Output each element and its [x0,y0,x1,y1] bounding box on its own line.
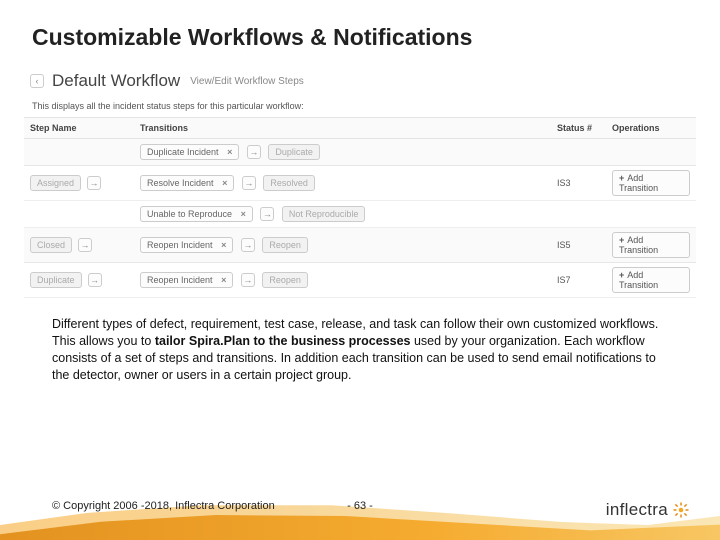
target-tag: Reopen [262,272,308,288]
close-icon[interactable]: × [222,178,227,188]
back-icon[interactable]: ‹ [30,74,44,88]
col-operations: Operations [606,118,696,139]
arrow-right-icon: → [247,145,261,159]
close-icon[interactable]: × [221,240,226,250]
status-id: IS3 [551,166,606,201]
app-header: ‹ Default Workflow View/Edit Workflow St… [24,67,696,95]
add-transition-label: Add Transition [619,235,658,255]
close-icon[interactable]: × [221,275,226,285]
transition-tag[interactable]: Unable to Reproduce × [140,206,253,222]
target-tag: Resolved [263,175,315,191]
close-icon[interactable]: × [241,209,246,219]
arrow-right-icon: → [242,176,256,190]
arrow-right-icon: → [241,273,255,287]
status-id: IS7 [551,263,606,298]
body-paragraph: Different types of defect, requirement, … [0,298,720,384]
transition-tag[interactable]: Reopen Incident × [140,237,233,253]
table-row: Assigned → Resolve Incident × → Resolved… [24,166,696,201]
arrow-right-icon: → [241,238,255,252]
sun-icon [672,501,690,519]
arrow-right-icon: → [260,207,274,221]
col-step: Step Name [24,118,134,139]
workflow-subtitle: View/Edit Workflow Steps [190,76,304,87]
body-text-bold: tailor Spira.Plan to the business proces… [155,334,411,348]
copyright-text: © Copyright 2006 -2018, Inflectra Corpor… [52,500,275,512]
slide-title: Customizable Workflows & Notifications [0,0,720,61]
col-transitions: Transitions [134,118,551,139]
target-tag: Reopen [262,237,308,253]
app-screenshot: ‹ Default Workflow View/Edit Workflow St… [24,67,696,298]
add-transition-label: Add Transition [619,173,658,193]
workflow-table: Step Name Transitions Status # Operation… [24,117,696,298]
workflow-description: This displays all the incident status st… [24,95,696,117]
step-name-tag: Duplicate [30,272,82,288]
transition-tag[interactable]: Reopen Incident × [140,272,233,288]
arrow-right-icon: → [78,238,92,252]
transition-label: Duplicate Incident [147,147,219,157]
transition-tag[interactable]: Resolve Incident × [140,175,234,191]
slide-footer: © Copyright 2006 -2018, Inflectra Corpor… [0,476,720,540]
step-name-tag: Assigned [30,175,81,191]
status-id: IS5 [551,228,606,263]
page-number: - 63 - [347,500,373,512]
add-transition-button[interactable]: +Add Transition [612,232,690,258]
arrow-right-icon: → [87,176,101,190]
table-row: Duplicate → Reopen Incident × → Reopen I… [24,263,696,298]
transition-tag[interactable]: Duplicate Incident × [140,144,239,160]
transition-label: Resolve Incident [147,178,214,188]
add-transition-button[interactable]: +Add Transition [612,170,690,196]
arrow-right-icon: → [88,273,102,287]
target-tag: Not Reproducible [282,206,366,222]
table-row: Unable to Reproduce × → Not Reproducible [24,201,696,228]
add-transition-button[interactable]: +Add Transition [612,267,690,293]
transition-label: Unable to Reproduce [147,209,232,219]
transition-label: Reopen Incident [147,275,213,285]
inflectra-logo: inflectra [606,500,690,520]
workflow-title: Default Workflow [52,71,180,91]
target-tag: Duplicate [268,144,320,160]
step-name-tag: Closed [30,237,72,253]
close-icon[interactable]: × [227,147,232,157]
col-status: Status # [551,118,606,139]
transition-label: Reopen Incident [147,240,213,250]
table-row: Duplicate Incident × → Duplicate [24,139,696,166]
add-transition-label: Add Transition [619,270,658,290]
table-row: Closed → Reopen Incident × → Reopen IS5 … [24,228,696,263]
logo-text: inflectra [606,500,668,520]
